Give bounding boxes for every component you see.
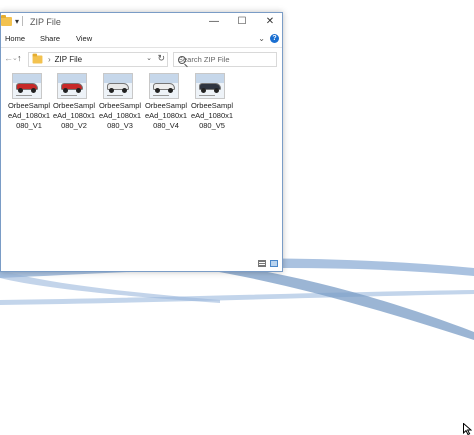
image-thumbnail — [12, 73, 42, 99]
image-thumbnail — [103, 73, 133, 99]
file-item[interactable]: OrbeeSampleAd_1080x1080_V5 — [189, 73, 235, 131]
image-thumbnail — [149, 73, 179, 99]
thumbnail-sky — [150, 74, 178, 83]
thumbnail-caption-line — [16, 95, 32, 96]
navigation-bar: ← ⌄ ↑ › ZIP File ⌄ ↻ Search ZIP File — [1, 48, 282, 72]
image-thumbnail — [195, 73, 225, 99]
car-wheel — [109, 88, 114, 93]
divider — [22, 16, 24, 26]
car-wheel — [63, 88, 68, 93]
car-wheel — [18, 88, 23, 93]
folder-icon — [1, 14, 12, 26]
tab-view[interactable]: View — [76, 34, 92, 43]
file-explorer-window[interactable]: ▾ ZIP File — ☐ ✕ Home Share View ⌄ ? ← ⌄… — [0, 12, 283, 272]
thumbnail-caption-line — [153, 95, 169, 96]
expand-ribbon-chevron-icon[interactable]: ⌄ — [258, 34, 265, 43]
folder-icon — [32, 53, 43, 64]
ribbon-tabs: Home Share View ⌄ ? — [1, 33, 282, 48]
large-icons-view-icon[interactable] — [270, 260, 278, 267]
file-item[interactable]: OrbeeSampleAd_1080x1080_V1 — [6, 73, 52, 131]
wallpaper-wave-band — [0, 290, 474, 305]
file-item[interactable]: OrbeeSampleAd_1080x1080_V2 — [51, 73, 97, 131]
title-bar[interactable]: ▾ ZIP File — ☐ ✕ — [1, 13, 282, 33]
car-wheel — [122, 88, 127, 93]
tab-share[interactable]: Share — [40, 34, 60, 43]
file-list[interactable]: OrbeeSampleAd_1080x1080_V1 OrbeeSampleAd… — [1, 73, 282, 258]
car-wheel — [201, 88, 206, 93]
close-button[interactable]: ✕ — [260, 15, 280, 29]
address-dropdown-icon[interactable]: ⌄ — [146, 54, 152, 62]
maximize-button[interactable]: ☐ — [232, 15, 252, 29]
thumbnail-sky — [196, 74, 224, 83]
breadcrumb-separator[interactable]: › — [48, 55, 51, 64]
thumbnail-sky — [58, 74, 86, 83]
file-name: OrbeeSampleAd_1080x1080_V2 — [52, 101, 96, 130]
thumbnail-sky — [13, 74, 41, 83]
file-name: OrbeeSampleAd_1080x1080_V4 — [144, 101, 188, 130]
window-title: ZIP File — [30, 17, 61, 27]
minimize-button[interactable]: — — [204, 15, 224, 29]
refresh-button[interactable]: ↻ — [157, 53, 165, 64]
quick-access-dropdown[interactable]: ▾ — [15, 17, 19, 26]
car-wheel — [168, 88, 173, 93]
help-icon[interactable]: ? — [270, 34, 279, 43]
mouse-cursor-icon — [463, 423, 472, 435]
thumbnail-sky — [104, 74, 132, 83]
thumbnail-caption-line — [199, 95, 215, 96]
car-wheel — [31, 88, 36, 93]
file-item[interactable]: OrbeeSampleAd_1080x1080_V3 — [97, 73, 143, 131]
car-wheel — [76, 88, 81, 93]
address-bar[interactable]: › ZIP File ⌄ ↻ — [28, 52, 168, 67]
file-item[interactable]: OrbeeSampleAd_1080x1080_V4 — [143, 73, 189, 131]
status-bar — [1, 257, 282, 271]
tab-home[interactable]: Home — [5, 34, 25, 43]
thumbnail-caption-line — [61, 95, 77, 96]
file-name: OrbeeSampleAd_1080x1080_V1 — [7, 101, 51, 130]
file-name: OrbeeSampleAd_1080x1080_V5 — [190, 101, 234, 130]
up-button[interactable]: ↑ — [17, 53, 22, 63]
breadcrumb-location[interactable]: ZIP File — [55, 55, 82, 64]
car-wheel — [214, 88, 219, 93]
details-view-icon[interactable] — [258, 260, 266, 267]
car-wheel — [155, 88, 160, 93]
image-thumbnail — [57, 73, 87, 99]
search-icon — [178, 56, 186, 64]
thumbnail-caption-line — [107, 95, 123, 96]
search-input[interactable]: Search ZIP File — [173, 52, 277, 67]
file-name: OrbeeSampleAd_1080x1080_V3 — [98, 101, 142, 130]
